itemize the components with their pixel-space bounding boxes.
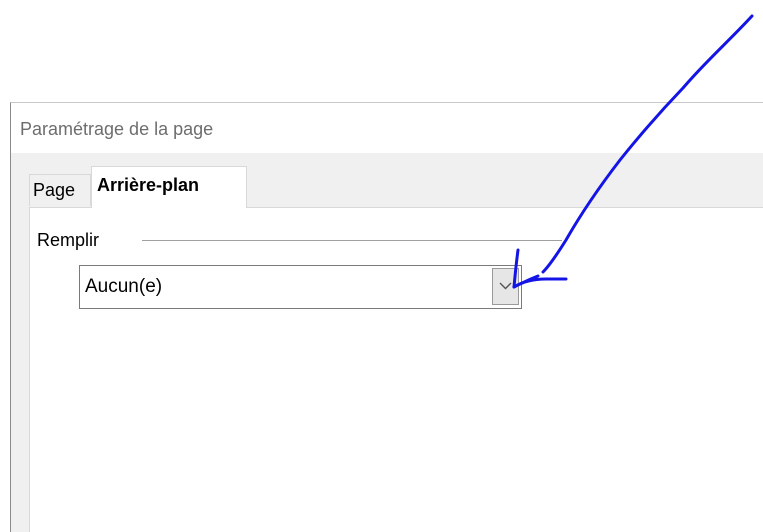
fill-type-dropdown-button[interactable] xyxy=(492,268,519,305)
page-setup-dialog: Paramétrage de la page Page Arrière-plan… xyxy=(10,102,763,532)
tab-page[interactable]: Page xyxy=(29,174,91,206)
tab-background[interactable]: Arrière-plan xyxy=(91,166,247,208)
tab-panel-background xyxy=(29,207,763,532)
dialog-titlebar: Paramétrage de la page xyxy=(11,103,763,153)
fill-type-value: Aucun(e) xyxy=(85,276,163,297)
dialog-title: Paramétrage de la page xyxy=(20,119,214,139)
fill-type-select[interactable]: Aucun(e) xyxy=(79,265,522,309)
chevron-down-icon xyxy=(499,282,512,290)
screenshot-stage: Paramétrage de la page Page Arrière-plan… xyxy=(0,0,763,532)
fill-group-separator xyxy=(142,240,562,241)
fill-group-label: Remplir xyxy=(37,230,105,251)
